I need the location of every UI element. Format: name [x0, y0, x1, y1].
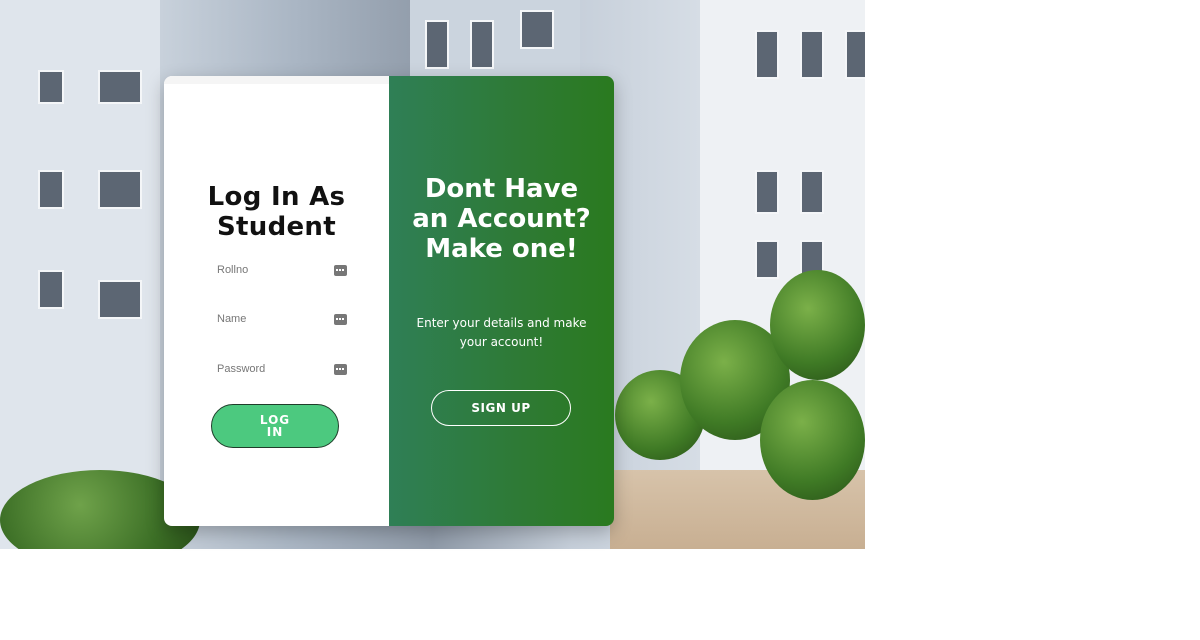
keyboard-icon [334, 264, 347, 276]
login-panel: Log In As Student Rollno Name Password L… [164, 76, 389, 526]
signup-button[interactable]: SIGN UP [431, 390, 571, 426]
password-label: Password [217, 363, 266, 375]
signup-panel: Dont Have an Account? Make one! Enter yo… [389, 76, 614, 526]
password-field[interactable]: Password [217, 358, 347, 380]
rollno-label: Rollno [217, 264, 249, 276]
signup-button-label: SIGN UP [471, 401, 531, 415]
signup-description: Enter your details and make your account… [416, 316, 587, 349]
login-button-label: LOG IN [259, 413, 291, 439]
keyboard-icon [334, 363, 347, 375]
name-field[interactable]: Name [217, 308, 347, 330]
signup-title: Dont Have an Account? Make one! [412, 174, 591, 264]
keyboard-icon [334, 313, 347, 325]
login-card: Log In As Student Rollno Name Password L… [164, 76, 614, 526]
rollno-field[interactable]: Rollno [217, 259, 347, 281]
login-button[interactable]: LOG IN [211, 404, 339, 448]
name-label: Name [217, 313, 247, 325]
login-title: Log In As Student [207, 182, 346, 242]
